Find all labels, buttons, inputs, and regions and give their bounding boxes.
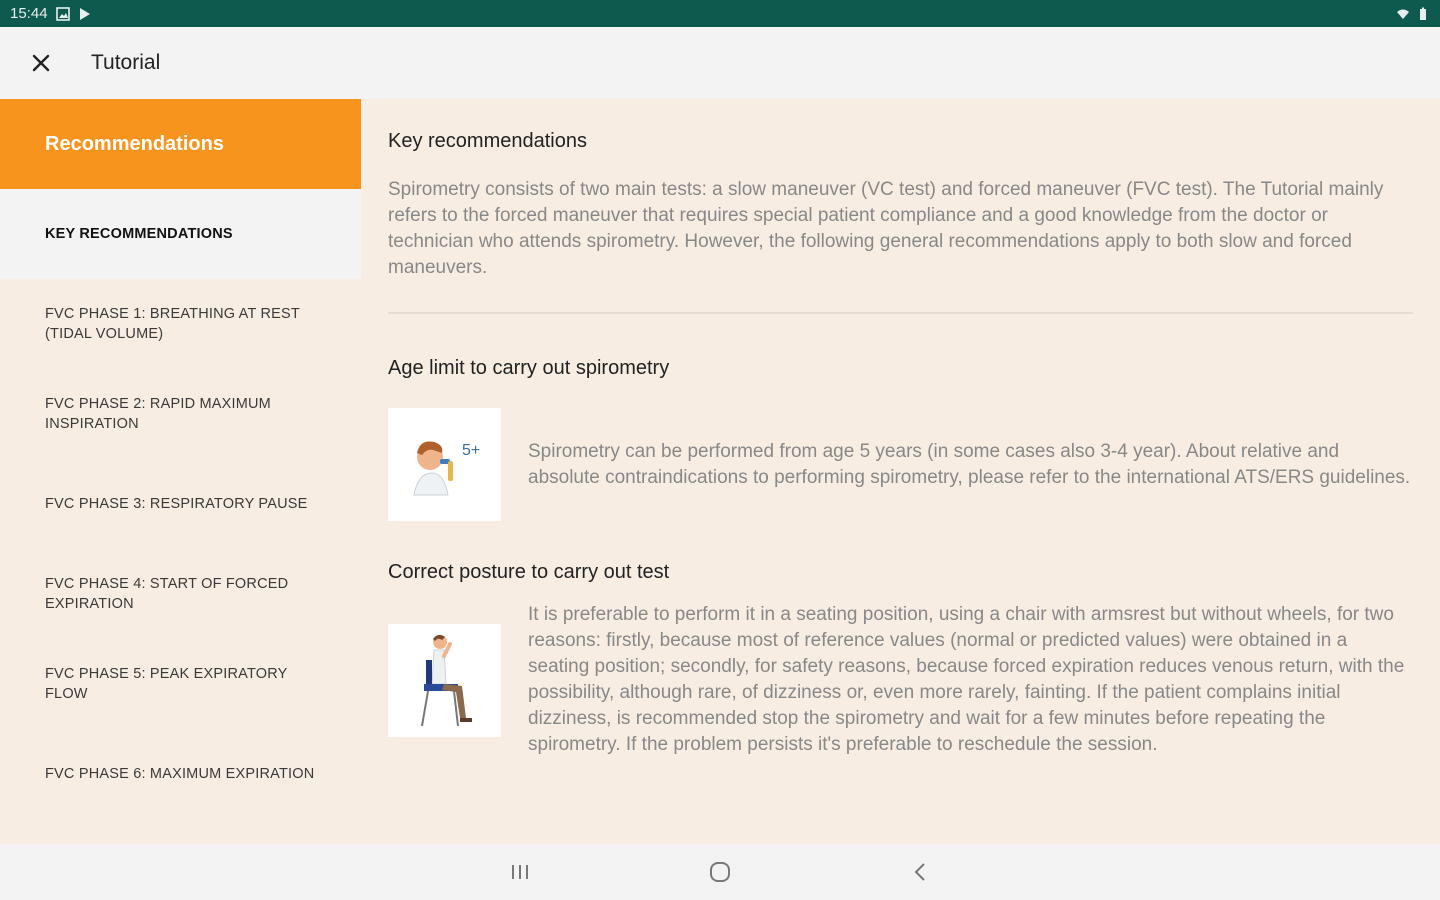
sidebar-item-fvc-phase-1[interactable]: FVC PHASE 1: BREATHING AT REST (TIDAL VO… [0, 279, 361, 369]
divider [388, 312, 1413, 314]
sidebar-header: Recommendations [0, 99, 361, 189]
status-time: 15:44 [10, 5, 48, 22]
section-row-age: 5+ Spirometry can be performed from age … [388, 408, 1413, 521]
age-badge: 5+ [462, 442, 480, 459]
sidebar-item-fvc-phase-6[interactable]: FVC PHASE 6: MAXIMUM EXPIRATION [0, 729, 361, 819]
wifi-icon [1397, 9, 1409, 19]
sidebar-item-fvc-phase-5[interactable]: FVC PHASE 5: PEAK EXPIRATORY FLOW [0, 639, 361, 729]
gallery-icon [55, 6, 70, 21]
recent-apps-icon [512, 865, 528, 879]
close-icon [32, 54, 50, 72]
section-row-posture: It is preferable to perform it in a seat… [388, 602, 1413, 758]
system-nav-bar [0, 844, 1440, 900]
posture-text: It is preferable to perform it in a seat… [528, 604, 1405, 755]
close-button[interactable] [11, 33, 71, 93]
sidebar-item-fvc-phase-4[interactable]: FVC PHASE 4: START OF FORCED EXPIRATION [0, 549, 361, 639]
section-title-age: Age limit to carry out spirometry [388, 357, 670, 379]
home-icon [710, 862, 730, 882]
next-section-title-cut [388, 780, 1413, 790]
status-left: 15:44 [10, 5, 92, 22]
posture-illustration [388, 623, 501, 737]
app-bar: Tutorial [0, 27, 1440, 99]
home-button[interactable] [700, 852, 740, 892]
sidebar-item-fvc-phase-3[interactable]: FVC PHASE 3: RESPIRATORY PAUSE [0, 459, 361, 549]
status-bar: 15:44 [0, 0, 1440, 27]
back-icon [914, 863, 925, 881]
section-title-posture: Correct posture to carry out test [388, 561, 670, 583]
sidebar: Recommendations KEY RECOMMENDATIONS FVC … [0, 99, 361, 844]
age-illustration: 5+ [388, 408, 501, 521]
play-store-icon [79, 7, 90, 20]
child-spirometry-icon: 5+ [412, 440, 480, 495]
age-text: Spirometry can be performed from age 5 y… [528, 440, 1411, 488]
seated-patient-icon [420, 634, 472, 727]
sidebar-item-fvc-phase-2[interactable]: FVC PHASE 2: RAPID MAXIMUM INSPIRATION [0, 369, 361, 459]
page-title: Tutorial [91, 51, 161, 74]
back-button[interactable] [900, 852, 940, 892]
content-panel[interactable]: Key recommendations Spirometry consists … [361, 99, 1440, 844]
recent-apps-button[interactable] [500, 852, 540, 892]
status-right [1396, 7, 1430, 21]
intro-text: Spirometry consists of two main tests: a… [388, 179, 1384, 278]
battery-icon [1420, 7, 1426, 20]
content-title: Key recommendations [388, 130, 587, 152]
sidebar-item-key-recommendations[interactable]: KEY RECOMMENDATIONS [0, 189, 361, 279]
